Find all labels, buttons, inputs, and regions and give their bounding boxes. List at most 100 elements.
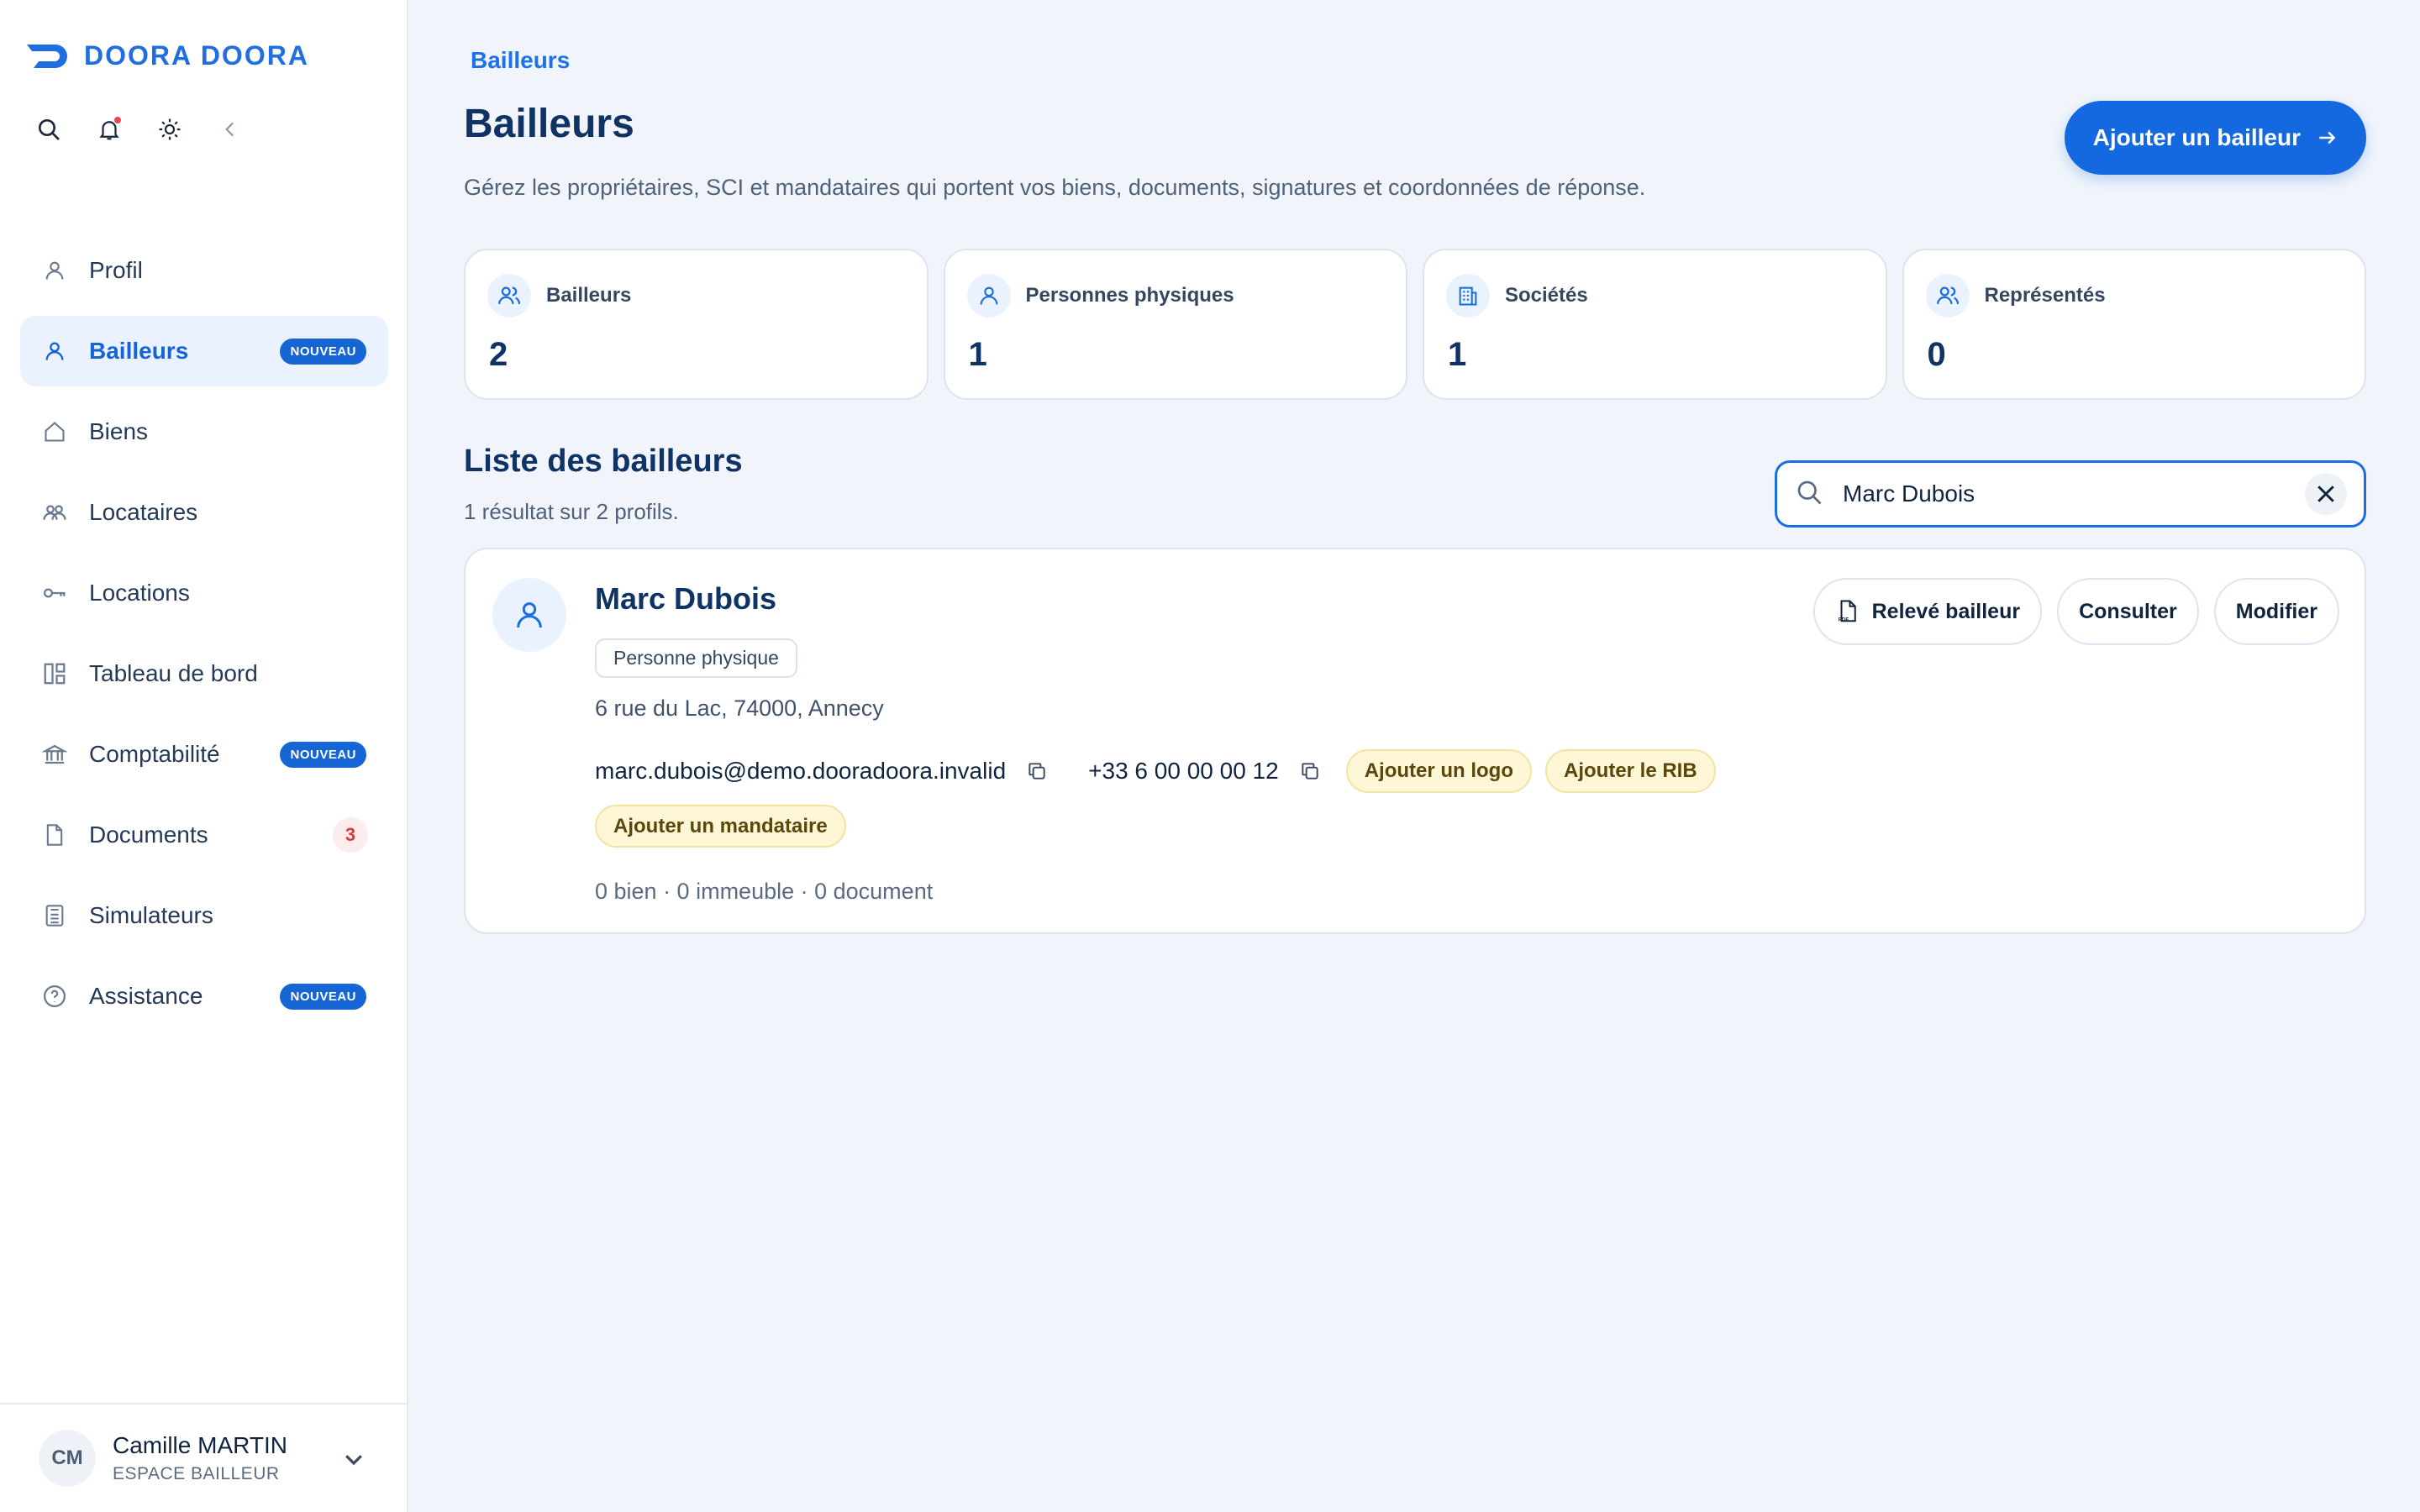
new-badge: NOUVEAU [280,983,366,1010]
stat-card-personnes-physiques: Personnes physiques 1 [943,249,1407,400]
user-icon [966,274,1011,318]
search-input[interactable]: Marc Dubois [1775,460,2366,528]
user-menu[interactable]: CM Camille MARTIN ESPACE BAILLEUR [0,1403,407,1512]
landlord-name[interactable]: Marc Dubois [595,581,776,617]
sidebar-nav: Profil Bailleurs NOUVEAU Biens Locataire… [20,235,388,1042]
landlord-address: 6 rue du Lac, 74000, Annecy [595,696,884,721]
svg-text:PDF: PDF [1838,617,1849,622]
copy-email-icon[interactable] [1026,760,1048,782]
page-title: Bailleurs [464,102,634,146]
sidebar-item-bailleurs[interactable]: Bailleurs NOUVEAU [20,316,388,386]
users-icon [487,274,531,318]
view-button[interactable]: Consulter [2057,578,2199,645]
landlord-type-chip: Personne physique [595,638,797,678]
chevron-down-icon[interactable] [341,1446,366,1476]
sidebar: DOORA DOORA Profil Bailleurs NOUVEAU Bie… [0,0,408,1512]
collapse-chevron-icon[interactable] [215,114,245,144]
sidebar-item-comptabilite[interactable]: Comptabilité NOUVEAU [20,719,388,790]
sidebar-item-label: Bailleurs [89,338,189,364]
brand-name: DOORA DOORA [84,40,309,71]
search-value[interactable]: Marc Dubois [1843,480,2305,507]
sidebar-item-label: Documents [89,822,208,848]
edit-button[interactable]: Modifier [2213,578,2339,645]
users-icon [1925,274,1970,318]
sidebar-toolbar [34,114,245,144]
sidebar-item-profil[interactable]: Profil [20,235,388,306]
add-logo-pill[interactable]: Ajouter un logo [1345,749,1532,793]
search-icon[interactable] [34,114,64,144]
stat-label: Représentés [1984,284,2106,307]
stat-card-representes: Représentés 0 [1902,249,2366,400]
sidebar-item-label: Tableau de bord [89,660,258,686]
bank-icon [40,740,69,769]
stat-label: Personnes physiques [1025,284,1234,307]
logo-icon [27,44,67,68]
sidebar-item-label: Biens [89,418,149,444]
pill-row: Ajouter un mandataire [595,805,846,848]
sidebar-item-locataires[interactable]: Locataires [20,477,388,548]
view-label: Consulter [2079,599,2177,623]
landlord-avatar [492,578,566,652]
contact-row: marc.dubois@demo.dooradoora.invalid +33 … [595,749,1716,793]
building-icon [1446,274,1490,318]
user-name: Camille MARTIN [113,1432,287,1458]
stat-label: Bailleurs [546,284,632,307]
statement-button[interactable]: PDF Relevé bailleur [1812,578,2043,645]
user-icon [40,337,69,365]
user-role: ESPACE BAILLEUR [113,1464,280,1483]
help-icon [40,982,69,1011]
key-icon [40,579,69,607]
user-info: Camille MARTIN ESPACE BAILLEUR [113,1432,287,1484]
sidebar-item-label: Assistance [89,983,203,1009]
landlord-email[interactable]: marc.dubois@demo.dooradoora.invalid [595,758,1006,785]
new-badge: NOUVEAU [280,741,366,768]
sidebar-item-assistance[interactable]: Assistance NOUVEAU [20,961,388,1032]
stat-value: 0 [1927,336,1946,373]
sidebar-item-biens[interactable]: Biens [20,396,388,467]
bell-icon[interactable] [94,114,124,144]
search-icon [1794,477,1824,512]
card-actions: PDF Relevé bailleur Consulter Modifier [1812,578,2339,645]
list-result-count: 1 résultat sur 2 profils. [464,499,679,524]
avatar: CM [39,1430,96,1487]
user-icon [40,256,69,285]
clear-search-button[interactable] [2305,473,2347,515]
calculator-icon [40,901,69,930]
add-landlord-button[interactable]: Ajouter un bailleur [2064,101,2366,175]
stat-value: 2 [489,336,508,373]
copy-phone-icon[interactable] [1299,760,1321,782]
edit-label: Modifier [2235,599,2317,623]
home-icon [40,417,69,446]
add-mandataire-pill[interactable]: Ajouter un mandataire [595,805,846,848]
landlord-phone[interactable]: +33 6 00 00 00 12 [1088,758,1279,785]
sidebar-item-label: Comptabilité [89,741,220,767]
sidebar-item-label: Locataires [89,499,198,525]
theme-sun-icon[interactable] [155,114,185,144]
arrow-right-icon [2319,131,2336,144]
stat-value: 1 [1448,336,1467,373]
page-description: Gérez les propriétaires, SCI et mandatai… [464,175,1646,200]
users-icon [40,498,69,527]
documents-count-badge: 3 [333,817,368,853]
list-title: Liste des bailleurs [464,444,743,479]
close-icon [2317,486,2334,502]
sidebar-item-label: Locations [89,580,190,606]
notification-dot [114,117,121,123]
sidebar-item-simulateurs[interactable]: Simulateurs [20,880,388,951]
sidebar-item-tableau-de-bord[interactable]: Tableau de bord [20,638,388,709]
user-icon [517,602,542,628]
landlord-card: Marc Dubois Personne physique 6 rue du L… [464,548,2366,934]
sidebar-item-documents[interactable]: Documents 3 [20,800,388,870]
document-icon [40,821,69,849]
statement-label: Relevé bailleur [1871,599,2021,623]
brand-logo[interactable]: DOORA DOORA [25,40,309,71]
sidebar-item-label: Simulateurs [89,902,213,928]
breadcrumb[interactable]: Bailleurs [471,47,570,74]
sidebar-item-locations[interactable]: Locations [20,558,388,628]
stat-label: Sociétés [1505,284,1588,307]
new-badge: NOUVEAU [280,338,366,365]
dashboard-icon [40,659,69,688]
add-rib-pill[interactable]: Ajouter le RIB [1545,749,1716,793]
sidebar-item-label: Profil [89,257,143,283]
stat-card-societes: Sociétés 1 [1423,249,1887,400]
